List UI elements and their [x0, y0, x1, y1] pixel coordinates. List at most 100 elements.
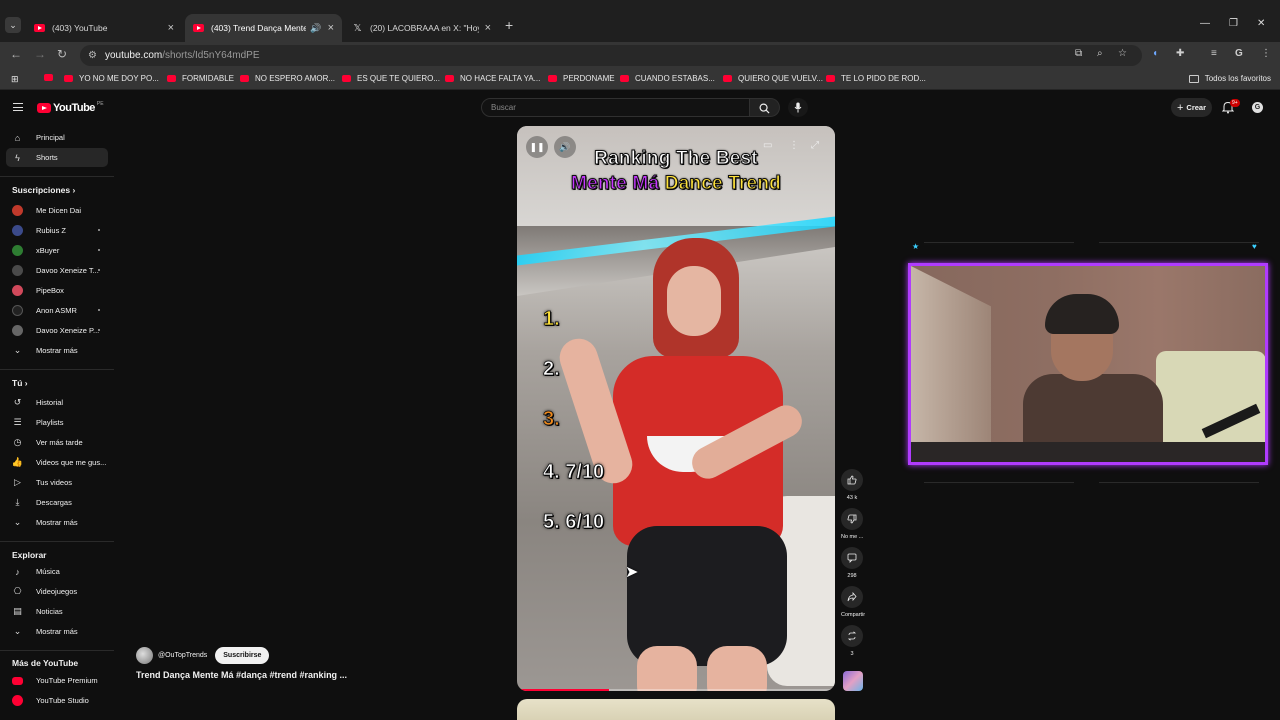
share-button[interactable]: Compartir [841, 586, 865, 618]
dislike-button[interactable]: No me ... [841, 508, 863, 540]
sidebar-item-playlists[interactable]: ☰ Playlists [6, 413, 108, 432]
all-bookmarks-button[interactable]: Todos los favoritos [1188, 74, 1271, 83]
tab-search-button[interactable]: ⌄ [5, 17, 21, 33]
search-button[interactable] [750, 98, 780, 117]
sidebar-item-premium[interactable]: YouTube Premium [6, 671, 108, 690]
menu-icon[interactable] [13, 103, 23, 111]
sidebar-item-history[interactable]: ↺ Historial [6, 393, 108, 412]
create-button[interactable]: + Crear [1171, 98, 1212, 117]
like-button[interactable]: 43 k [841, 469, 863, 501]
speaker-icon[interactable]: 🔊 [310, 23, 321, 34]
bookmark-item[interactable]: ES QUE TE QUIERO... [342, 74, 440, 83]
comments-button[interactable]: 298 [841, 547, 863, 579]
address-bar[interactable]: ⚙ youtube.com/shorts/Id5nY64mdPE [80, 45, 1142, 66]
tab-title: (403) YouTube [52, 23, 108, 33]
bookmark-item[interactable]: PERDONAME [548, 74, 615, 83]
subscribe-button[interactable]: Suscribirse [215, 647, 270, 664]
you-heading[interactable]: Tú › [12, 378, 28, 388]
minimize-icon[interactable]: — [1200, 18, 1210, 29]
account-avatar[interactable]: G [1252, 102, 1263, 113]
forward-icon[interactable]: → [34, 47, 46, 61]
dancer-leg [637, 646, 697, 691]
channel-avatar[interactable] [136, 647, 153, 664]
bookmark-item[interactable]: NO HACE FALTA YA... [445, 74, 540, 83]
subscription-item[interactable]: Davoo Xeneize P... [6, 321, 108, 340]
video-progress-bar[interactable] [517, 689, 835, 691]
extensions-icon[interactable]: ✚ [1176, 48, 1184, 59]
bookmark-item[interactable]: FORMIDABLE [167, 74, 234, 83]
sidebar: ⌂ Principal ϟ Shorts Suscripciones › Me Di… [0, 125, 118, 720]
youtube-logo[interactable]: YouTube PE [37, 101, 104, 114]
subscriptions-heading[interactable]: Suscripciones › [12, 185, 75, 195]
search-input[interactable]: Buscar [481, 98, 750, 117]
sidebar-item-principal[interactable]: ⌂ Principal [6, 128, 108, 147]
you-heading-label: Tú [12, 378, 23, 388]
subscription-item[interactable]: PipeBox [6, 281, 108, 300]
new-content-dot [98, 309, 100, 311]
install-app-icon[interactable]: ⧉ [1075, 48, 1082, 59]
profile-icon[interactable]: G [1235, 48, 1243, 59]
subscription-item[interactable]: Rubius Z [6, 221, 108, 240]
close-window-icon[interactable]: ✕ [1257, 18, 1265, 29]
short-video-player[interactable]: Ranking The Best Mente Má Dance Trend 1.… [517, 126, 835, 691]
reload-icon[interactable]: ↻ [57, 47, 67, 61]
sidebar-item-label: Descargas [36, 498, 72, 507]
zoom-icon[interactable]: ⌕ [1097, 48, 1103, 59]
sidebar-item-your-videos[interactable]: ▷ Tus videos [6, 473, 108, 492]
subscription-item[interactable]: Anon ASMR [6, 301, 108, 320]
star-icon[interactable]: ☆ [1118, 48, 1127, 59]
more-menu-icon[interactable]: ⋮ [1261, 48, 1271, 59]
sidebar-item-watch-later[interactable]: ◷ Ver más tarde [6, 433, 108, 452]
show-more-you[interactable]: ⌄ Mostrar más [6, 513, 108, 532]
sidebar-item-music[interactable]: ♪ Música [6, 562, 108, 581]
show-more-subscriptions[interactable]: ⌄ Mostrar más [6, 341, 108, 360]
tab-x-post[interactable]: 𝕏 (20) LACOBRAAA en X: "Hoy m × [344, 14, 499, 42]
voice-search-button[interactable] [788, 98, 808, 117]
subscription-item[interactable]: Davoo Xeneize T... [6, 261, 108, 280]
new-tab-button[interactable]: + [505, 17, 513, 33]
remix-button[interactable]: 3 [841, 625, 863, 657]
sidebar-item-shorts[interactable]: ϟ Shorts [6, 148, 108, 167]
pause-button[interactable]: ❚❚ [526, 136, 548, 158]
site-info-icon[interactable]: ⚙ [88, 50, 97, 61]
sidebar-item-gaming[interactable]: ⎔ Videojuegos [6, 582, 108, 601]
mouse-cursor-icon: ➤ [625, 564, 639, 581]
notification-badge: 9+ [1230, 99, 1240, 107]
video-caption[interactable]: Trend Dança Mente Má #dança #trend #rank… [136, 670, 347, 680]
fullscreen-icon[interactable]: ⤢ [811, 140, 819, 151]
tab-trend-short[interactable]: (403) Trend Dança Mente M 🔊 × [185, 14, 342, 42]
back-icon[interactable]: ← [10, 47, 22, 61]
show-more-explore[interactable]: ⌄ Mostrar más [6, 622, 108, 641]
next-short-preview[interactable] [517, 699, 835, 720]
close-icon[interactable]: × [485, 22, 491, 34]
volume-button[interactable]: 🔊 [554, 136, 576, 158]
more-options-icon[interactable]: ⋮ [789, 140, 799, 151]
subscription-item[interactable]: Me Dicen Dai [6, 201, 108, 220]
channel-name[interactable]: @OuTopTrends [158, 652, 207, 659]
extension-active-icon[interactable]: ◖ [1152, 48, 1158, 59]
sidebar-item-news[interactable]: ▤ Noticias [6, 602, 108, 621]
channel-row: @OuTopTrends Suscribirse [136, 647, 270, 664]
apps-icon[interactable]: ⊞ [11, 74, 19, 85]
comment-icon [841, 547, 863, 569]
star-icon: ★ [912, 242, 920, 251]
bookmark-item[interactable]: QUIERO QUE VUELV... [723, 74, 823, 83]
tab-youtube-home[interactable]: (403) YouTube × [26, 14, 182, 42]
bookmark-item[interactable]: TE LO PIDO DE ROD... [826, 74, 926, 83]
sidebar-item-studio[interactable]: YouTube Studio [6, 691, 108, 710]
subscription-item[interactable]: xBuyer [6, 241, 108, 260]
bookmark-item[interactable]: YO NO ME DOY PO... [64, 74, 159, 83]
bookmark-item[interactable]: NO ESPERO AMOR... [240, 74, 335, 83]
media-control-icon[interactable]: ≡ [1211, 48, 1217, 59]
sidebar-item-downloads[interactable]: ⤓ Descargas [6, 493, 108, 512]
sidebar-item-label: Anon ASMR [36, 306, 77, 315]
close-icon[interactable]: × [168, 22, 174, 34]
audio-thumbnail[interactable] [843, 671, 863, 691]
cam-desk [911, 442, 1265, 462]
captions-icon[interactable]: ▭ [763, 140, 772, 151]
bookmark-item[interactable]: CUANDO ESTABAS... [620, 74, 715, 83]
sidebar-item-liked[interactable]: 👍 Videos que me gus... [6, 453, 108, 472]
restore-icon[interactable]: ❐ [1229, 18, 1238, 29]
close-icon[interactable]: × [328, 22, 334, 34]
bookmark-yt[interactable] [44, 74, 59, 81]
